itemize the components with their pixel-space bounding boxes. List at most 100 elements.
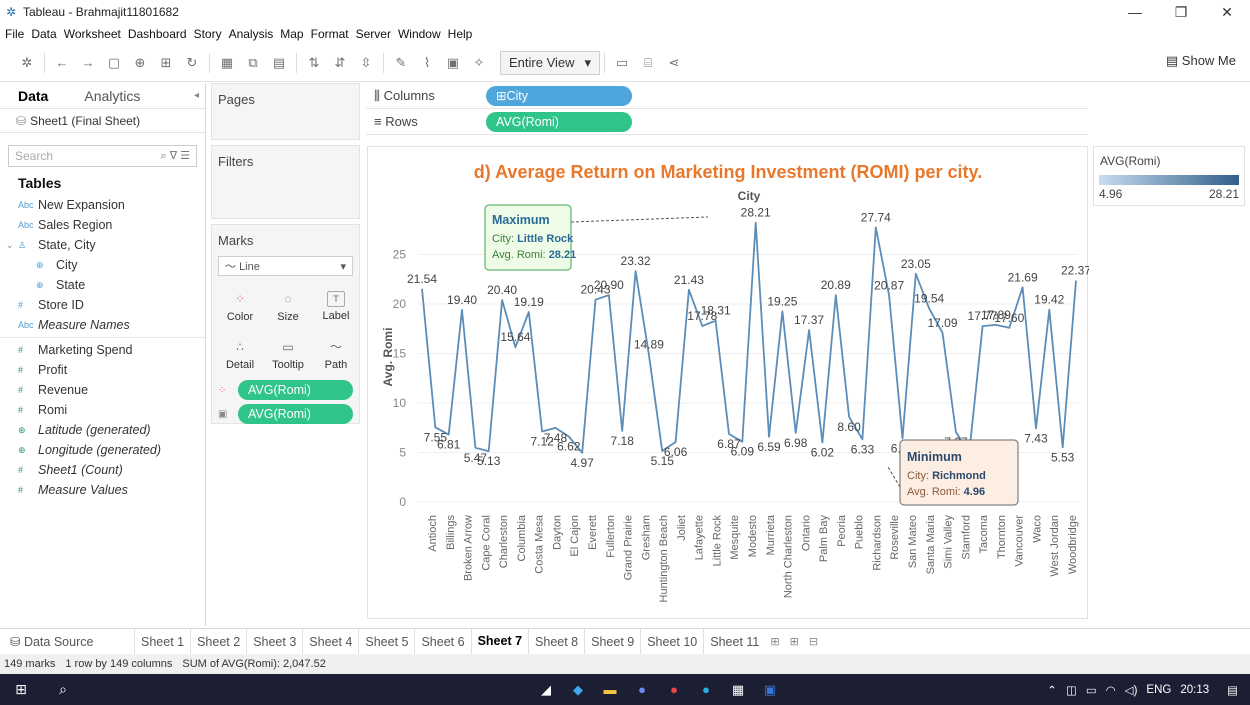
tab-sheet-4[interactable]: Sheet 4: [302, 628, 358, 655]
detail-button[interactable]: ∴ Detail: [218, 332, 262, 376]
menu-file[interactable]: File: [5, 27, 24, 41]
field-revenue[interactable]: # Revenue: [0, 380, 205, 400]
vscode-icon[interactable]: ◆: [562, 674, 594, 705]
field-measure-values[interactable]: # Measure Values: [0, 480, 205, 500]
chrome-icon[interactable]: ●: [658, 674, 690, 705]
new-worksheet-icon[interactable]: ▦: [214, 51, 240, 75]
datasource-item[interactable]: ⛁ Sheet1 (Final Sheet): [0, 109, 205, 133]
field-measure-names[interactable]: Abc Measure Names: [0, 315, 205, 335]
tray-wifi-icon[interactable]: ◠: [1106, 683, 1116, 697]
tab-sheet-6[interactable]: Sheet 6: [414, 628, 470, 655]
close-button[interactable]: ✕: [1204, 0, 1250, 24]
field-sheet1-count[interactable]: # Sheet1 (Count): [0, 460, 205, 480]
search-input[interactable]: Search ⌕ ∇ ☰: [8, 145, 197, 167]
label-button[interactable]: T Label: [314, 284, 358, 328]
fit-dropdown[interactable]: Entire View ▾: [500, 50, 600, 75]
size-button[interactable]: ◌ Size: [266, 284, 310, 328]
field-state[interactable]: ⊕ State: [0, 275, 205, 295]
tab-sheet-9[interactable]: Sheet 9: [584, 628, 640, 655]
avg-romi-rows-pill[interactable]: AVG(Romi): [486, 111, 632, 132]
new-datasource-icon[interactable]: ⊕: [127, 51, 153, 75]
minimize-button[interactable]: —: [1112, 0, 1158, 24]
tab-sheet-3[interactable]: Sheet 3: [246, 628, 302, 655]
tooltip-button[interactable]: ▭ Tooltip: [266, 332, 310, 376]
expand-icon[interactable]: ⌄: [6, 240, 18, 251]
windows-start-icon[interactable]: ⊞: [0, 674, 42, 705]
max-annotation[interactable]: Maximum City: Little Rock Avg. Romi: 28.…: [484, 204, 576, 271]
notification-icon[interactable]: ▤: [1227, 683, 1238, 697]
tab-sheet-5[interactable]: Sheet 5: [358, 628, 414, 655]
tray-battery-icon[interactable]: ▭: [1086, 683, 1097, 697]
field-longitude[interactable]: ⊕ Longitude (generated): [0, 440, 205, 460]
swap-icon[interactable]: ⇅: [301, 51, 327, 75]
path-button[interactable]: 〜 Path: [314, 332, 358, 376]
tab-sheet-11[interactable]: Sheet 11: [703, 628, 765, 655]
fix-axes-icon[interactable]: ✧: [466, 51, 492, 75]
new-worksheet-icon[interactable]: ⊞: [765, 635, 784, 648]
menu-worksheet[interactable]: Worksheet: [64, 27, 121, 41]
sort-descending-icon[interactable]: ⇳: [353, 51, 379, 75]
field-romi[interactable]: # Romi: [0, 400, 205, 420]
tableau-home-icon[interactable]: ✲: [14, 51, 40, 75]
collapse-icon[interactable]: ◂: [194, 90, 199, 101]
mark-type-dropdown[interactable]: 〜 Line ▾: [218, 256, 353, 276]
pages-card[interactable]: Pages: [211, 83, 360, 140]
menu-data[interactable]: Data: [31, 27, 56, 41]
edge-icon[interactable]: ●: [690, 674, 722, 705]
show-cards-icon[interactable]: ▭: [609, 51, 635, 75]
menu-map[interactable]: Map: [280, 27, 303, 41]
field-latitude[interactable]: ⊕ Latitude (generated): [0, 420, 205, 440]
share-icon[interactable]: ⋖: [661, 51, 687, 75]
tray-network-icon[interactable]: ◫: [1066, 683, 1077, 697]
menu-story[interactable]: Story: [194, 27, 222, 41]
avg-romi-color-pill[interactable]: AVG(Romi): [238, 380, 353, 400]
menu-window[interactable]: Window: [398, 27, 441, 41]
file-explorer-icon[interactable]: ▬: [594, 674, 626, 705]
menu-format[interactable]: Format: [311, 27, 349, 41]
tray-clock[interactable]: 20:13: [1180, 684, 1209, 696]
search-icon[interactable]: ⌕: [42, 674, 84, 705]
field-store-id[interactable]: # Store ID: [0, 295, 205, 315]
field-city[interactable]: ⊕ City: [0, 255, 205, 275]
field-profit[interactable]: # Profit: [0, 360, 205, 380]
menu-help[interactable]: Help: [448, 27, 473, 41]
highlight-icon[interactable]: ✎: [388, 51, 414, 75]
color-button[interactable]: ⁘ Color: [218, 284, 262, 328]
new-story-icon[interactable]: ⊟: [804, 635, 823, 648]
show-me-button[interactable]: ▤ Show Me: [1166, 53, 1236, 69]
color-legend[interactable]: AVG(Romi) 4.96 28.21: [1093, 146, 1245, 206]
min-annotation[interactable]: Minimum City: Richmond Avg. Romi: 4.96: [899, 439, 1019, 506]
avg-romi-label-pill[interactable]: AVG(Romi): [238, 404, 353, 424]
field-new-expansion[interactable]: Abc New Expansion: [0, 195, 205, 215]
tray-language[interactable]: ENG: [1146, 684, 1171, 696]
group-icon[interactable]: ⌇: [414, 51, 440, 75]
app-icon-4[interactable]: ●: [626, 674, 658, 705]
sort-ascending-icon[interactable]: ⇵: [327, 51, 353, 75]
viz-canvas[interactable]: d) Average Return on Marketing Investmen…: [367, 146, 1091, 619]
presentation-icon[interactable]: ⌸: [635, 51, 661, 75]
field-state-city[interactable]: ⌄ ♙ State, City: [0, 235, 205, 255]
refresh-icon[interactable]: ↻: [179, 51, 205, 75]
forward-icon[interactable]: →: [75, 51, 101, 75]
tab-data-source[interactable]: ⛁ Data Source: [0, 634, 134, 649]
filters-card[interactable]: Filters: [211, 145, 360, 219]
tray-chevron-icon[interactable]: ⌃: [1047, 683, 1057, 697]
word-icon[interactable]: ▣: [754, 674, 786, 705]
new-dashboard-icon[interactable]: ⊞: [785, 635, 804, 648]
duplicate-icon[interactable]: ⧉: [240, 51, 266, 75]
tab-sheet-2[interactable]: Sheet 2: [190, 628, 246, 655]
tab-sheet-1[interactable]: Sheet 1: [134, 628, 190, 655]
clear-sheet-icon[interactable]: ▤: [266, 51, 292, 75]
restore-button[interactable]: ❐: [1158, 0, 1204, 24]
city-pill[interactable]: ⊞ City: [486, 85, 632, 106]
save-icon[interactable]: ▢: [101, 51, 127, 75]
menu-server[interactable]: Server: [356, 27, 391, 41]
rows-shelf[interactable]: ≡ Rows AVG(Romi): [366, 109, 1088, 135]
app-icon-1[interactable]: ◢: [530, 674, 562, 705]
back-icon[interactable]: ←: [49, 51, 75, 75]
tab-data[interactable]: Data: [0, 83, 66, 109]
tray-volume-icon[interactable]: ◁): [1125, 683, 1138, 697]
field-marketing-spend[interactable]: # Marketing Spend: [0, 340, 205, 360]
pause-updates-icon[interactable]: ⊞: [153, 51, 179, 75]
tab-sheet-8[interactable]: Sheet 8: [528, 628, 584, 655]
